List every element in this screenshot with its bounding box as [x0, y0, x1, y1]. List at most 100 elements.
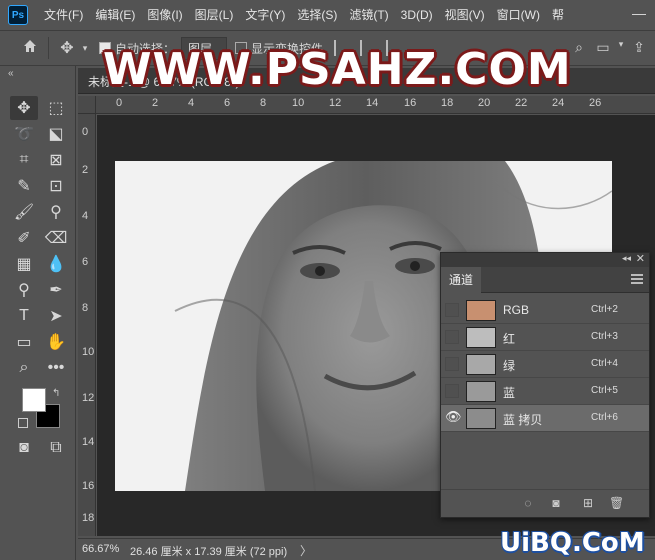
ruler-tick: 14 [366, 97, 379, 109]
horizontal-ruler: 0 2 4 6 8 10 12 14 16 18 20 22 24 26 [96, 96, 655, 114]
ruler-tick: 16 [82, 480, 95, 492]
menu-type[interactable]: 文字(Y) [239, 0, 291, 30]
channel-thumbnail [466, 327, 496, 348]
channel-shortcut: Ctrl+4 [591, 358, 618, 369]
channel-name: RGB [503, 303, 530, 317]
pen-tool-icon[interactable]: ✒ [42, 278, 70, 302]
channel-row-rgb[interactable]: RGB Ctrl+2 [441, 297, 649, 324]
ruler-tick: 12 [82, 392, 95, 404]
more-tools-icon[interactable]: ••• [42, 356, 70, 380]
panel-footer: ◌ ◙ ⊞ 🗑 [441, 489, 649, 517]
ruler-tick: 2 [82, 164, 89, 176]
panel-tab-row: 通道 [441, 267, 649, 293]
history-brush-tool-icon[interactable]: ✐ [10, 226, 38, 250]
marquee-tool-icon[interactable]: ⬚ [42, 96, 70, 120]
options-right-icons: ⌕ ▭ ▾ ⇪ [567, 39, 651, 56]
home-icon[interactable] [18, 38, 42, 59]
save-selection-icon[interactable]: ◙ [549, 496, 563, 510]
panel-menu-icon[interactable] [631, 274, 643, 284]
collapse-panel-icon[interactable]: ◂◂ [622, 253, 631, 264]
default-colors-icon[interactable] [18, 418, 28, 428]
channel-name: 红 [503, 332, 516, 346]
ruler-tick: 0 [82, 126, 89, 138]
ruler-tick: 10 [292, 97, 305, 109]
ruler-tick: 16 [404, 97, 417, 109]
frame-tool-icon[interactable]: ⊠ [42, 148, 70, 172]
channel-row-blue-copy[interactable]: 👁 蓝 拷贝 Ctrl+6 [441, 405, 649, 432]
crop-tool-icon[interactable]: ⌗ [10, 148, 38, 172]
ruler-tick: 12 [329, 97, 342, 109]
move-tool-icon[interactable]: ✥ [10, 96, 38, 120]
ruler-tick: 8 [260, 97, 267, 109]
menu-view[interactable]: 视图(V) [439, 0, 491, 30]
path-selection-tool-icon[interactable]: ➤ [42, 304, 70, 328]
ruler-tick: 0 [116, 97, 123, 109]
screen-mode-icon[interactable]: ⧉ [42, 436, 70, 460]
dodge-tool-icon[interactable]: ⚲ [10, 278, 38, 302]
watermark-top: WWW.PSAHZ.COM [103, 44, 572, 95]
eraser-tool-icon[interactable]: ⌫ [42, 226, 70, 250]
vertical-ruler: 0 2 4 6 8 10 12 14 16 18 [78, 114, 96, 536]
visibility-toggle[interactable] [445, 330, 459, 344]
menu-image[interactable]: 图像(I) [141, 0, 188, 30]
lasso-tool-icon[interactable]: ➰ [10, 122, 38, 146]
menu-bar: Ps 文件(F) 编辑(E) 图像(I) 图层(L) 文字(Y) 选择(S) 滤… [0, 0, 655, 30]
spot-healing-tool-icon[interactable]: ⊡ [42, 174, 70, 198]
menu-file[interactable]: 文件(F) [38, 0, 89, 30]
trash-icon[interactable]: 🗑 [609, 496, 624, 510]
type-tool-icon[interactable]: T [10, 304, 38, 328]
chevron-down-icon[interactable]: ▾ [79, 43, 91, 54]
ruler-tick: 6 [224, 97, 231, 109]
menu-edit[interactable]: 编辑(E) [89, 0, 141, 30]
hand-tool-icon[interactable]: ✋ [42, 330, 70, 354]
status-menu-arrow-icon[interactable]: 〉 [300, 542, 312, 559]
eyedropper-tool-icon[interactable]: ✎ [10, 174, 38, 198]
menu-layer[interactable]: 图层(L) [189, 0, 240, 30]
watermark-bottom: UiBQ.CoM [500, 528, 645, 558]
blur-tool-icon[interactable]: 💧 [42, 252, 70, 276]
clone-stamp-tool-icon[interactable]: ⚲ [42, 200, 70, 224]
panel-title-bar[interactable]: ◂◂ ✕ [441, 253, 649, 267]
close-icon[interactable]: ✕ [636, 252, 645, 265]
eye-icon[interactable]: 👁 [445, 410, 462, 425]
gradient-tool-icon[interactable]: ▦ [10, 252, 38, 276]
menu-filter[interactable]: 滤镜(T) [343, 0, 394, 30]
foreground-color-swatch[interactable] [22, 388, 46, 412]
separator [48, 37, 49, 59]
ruler-tick: 4 [82, 210, 89, 222]
ruler-tick: 18 [441, 97, 454, 109]
visibility-toggle[interactable] [445, 357, 459, 371]
menu-3d[interactable]: 3D(D) [395, 0, 439, 30]
ruler-tick: 8 [82, 302, 89, 314]
channel-row-green[interactable]: 绿 Ctrl+4 [441, 351, 649, 378]
new-channel-icon[interactable]: ⊞ [581, 496, 595, 510]
visibility-toggle[interactable] [445, 303, 459, 317]
rectangle-tool-icon[interactable]: ▭ [10, 330, 38, 354]
menu-help[interactable]: 帮 [546, 0, 570, 30]
zoom-tool-icon[interactable]: ⌕ [10, 356, 38, 380]
zoom-level[interactable]: 66.67% [82, 543, 119, 555]
move-tool-icon[interactable]: ✥ [55, 38, 79, 58]
minimize-button[interactable]: — [629, 4, 649, 24]
channel-row-blue[interactable]: 蓝 Ctrl+5 [441, 378, 649, 405]
visibility-toggle[interactable] [445, 384, 459, 398]
menu-select[interactable]: 选择(S) [291, 0, 343, 30]
brush-tool-icon[interactable]: 🖌 [10, 200, 38, 224]
ruler-corner [78, 96, 96, 114]
chevron-down-icon[interactable]: ▾ [615, 39, 627, 56]
ruler-tick: 4 [188, 97, 195, 109]
tab-channels[interactable]: 通道 [441, 267, 481, 293]
object-select-tool-icon[interactable]: ⬕ [42, 122, 70, 146]
ruler-tick: 22 [515, 97, 528, 109]
workspace-icon[interactable]: ▭ [591, 39, 615, 56]
collapse-toolbar-icon[interactable]: « [8, 68, 14, 79]
ruler-tick: 18 [82, 512, 95, 524]
ruler-tick: 14 [82, 436, 95, 448]
ruler-tick: 2 [152, 97, 159, 109]
load-selection-icon[interactable]: ◌ [521, 496, 535, 510]
menu-window[interactable]: 窗口(W) [491, 0, 546, 30]
swap-colors-icon[interactable]: ↰ [52, 388, 60, 399]
share-icon[interactable]: ⇪ [627, 39, 651, 56]
channel-row-red[interactable]: 红 Ctrl+3 [441, 324, 649, 351]
quick-mask-icon[interactable]: ◙ [10, 436, 38, 460]
